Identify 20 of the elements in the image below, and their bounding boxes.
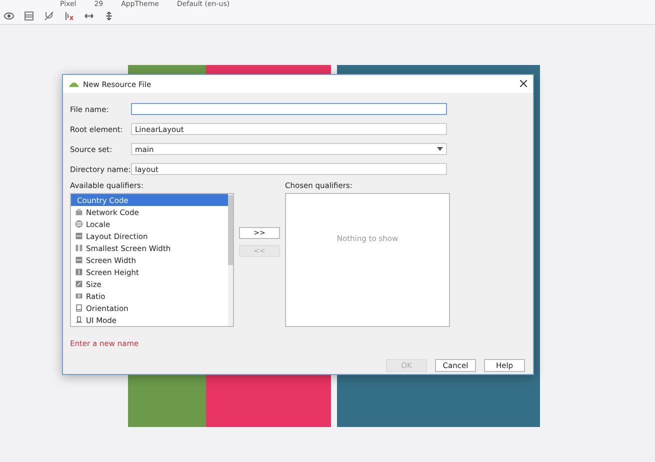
constraints-icon[interactable] — [64, 11, 74, 21]
globe-icon — [75, 220, 83, 228]
horizontal-arrows-icon[interactable] — [84, 11, 94, 21]
eye-icon[interactable] — [4, 11, 14, 21]
ratio-icon — [75, 292, 83, 300]
close-button[interactable] — [520, 78, 527, 90]
grid-icon[interactable] — [24, 11, 34, 21]
screen-height-icon — [75, 268, 83, 276]
size-icon — [75, 280, 83, 288]
android-icon — [69, 81, 79, 87]
screen-width-icon — [75, 244, 83, 252]
ui-mode-icon — [75, 316, 83, 324]
vertical-arrows-icon[interactable] — [104, 11, 114, 21]
layout-direction-icon — [75, 232, 83, 240]
screen-width-icon — [75, 256, 83, 264]
scrollbar-thumb[interactable] — [228, 195, 233, 265]
caret-icon — [437, 147, 443, 151]
orientation-icon — [75, 304, 83, 312]
close-icon — [520, 80, 527, 87]
input-field[interactable] — [131, 103, 447, 115]
